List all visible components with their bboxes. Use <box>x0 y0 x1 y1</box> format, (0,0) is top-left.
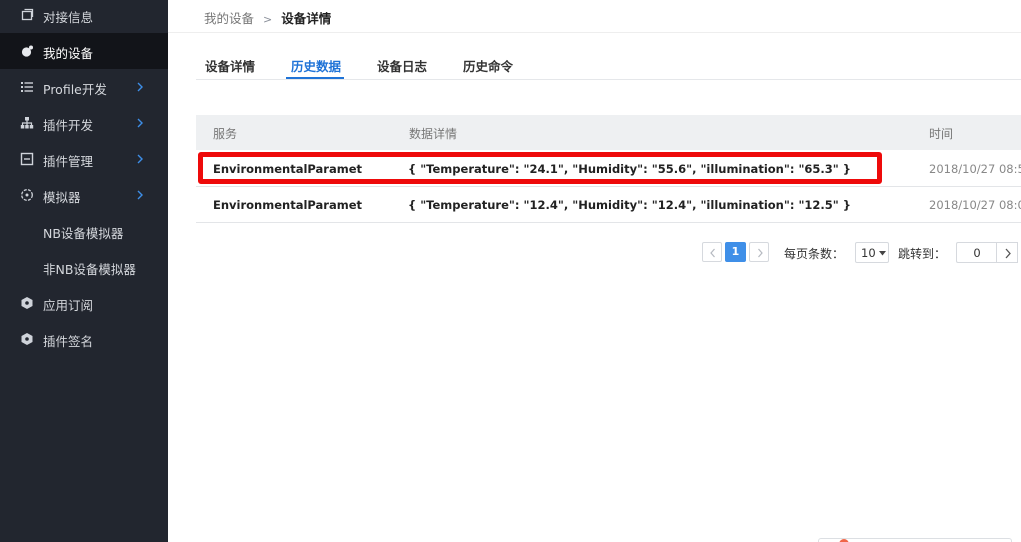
sidebar-item-simulator[interactable]: 模拟器 <box>0 177 168 213</box>
app-root: 对接信息 我的设备 Profile开发 插件开发 插件管理 模拟器 NB设备模拟… <box>0 0 1021 542</box>
per-page-value: 10 <box>861 246 876 260</box>
sidebar-item-label: 插件管理 <box>43 154 94 169</box>
window-icon <box>21 8 34 21</box>
chevron-left-icon <box>710 248 715 258</box>
hex-icon <box>21 297 33 309</box>
tab-history-commands[interactable]: 历史命令 <box>463 56 513 78</box>
per-page-select[interactable]: 10 <box>855 242 889 263</box>
hex-icon <box>21 333 33 345</box>
header-divider <box>168 32 1021 33</box>
list-icon <box>21 82 33 92</box>
breadcrumb-parent-link[interactable]: 我的设备 <box>204 11 254 26</box>
chevron-right-icon <box>1005 248 1011 259</box>
sidebar: 对接信息 我的设备 Profile开发 插件开发 插件管理 模拟器 NB设备模拟… <box>0 0 168 542</box>
floating-widget[interactable] <box>818 538 1012 542</box>
cell-time: 2018/10/27 08:09 <box>929 198 1021 212</box>
cell-time: 2018/10/27 08:58 <box>929 162 1021 176</box>
cell-data-details: { "Temperature": "12.4", "Humidity": "12… <box>408 198 851 212</box>
sidebar-item-my-devices[interactable]: 我的设备 <box>0 33 168 69</box>
sidebar-item-nb-simulator[interactable]: NB设备模拟器 <box>0 213 168 249</box>
jump-go-button[interactable] <box>996 242 1018 263</box>
breadcrumb-current: 设备详情 <box>281 11 332 26</box>
sidebar-item-plugin-signature[interactable]: 插件签名 <box>0 321 168 357</box>
sidebar-item-plugin-dev[interactable]: 插件开发 <box>0 105 168 141</box>
sidebar-item-label: 应用订阅 <box>43 298 94 313</box>
jump-to-page-input[interactable]: 0 <box>956 242 997 263</box>
sidebar-item-label: 我的设备 <box>43 46 94 61</box>
jump-to-label: 跳转到： <box>898 247 947 261</box>
sidebar-item-label: 非NB设备模拟器 <box>43 262 136 277</box>
chevron-right-icon <box>758 248 763 258</box>
sidebar-item-integration-info[interactable]: 对接信息 <box>0 0 168 33</box>
device-icon <box>21 45 33 57</box>
chevron-right-icon <box>137 118 143 128</box>
sidebar-item-non-nb-simulator[interactable]: 非NB设备模拟器 <box>0 249 168 285</box>
sidebar-item-label: 模拟器 <box>43 190 81 205</box>
sitemap-icon <box>20 117 34 129</box>
cell-service: EnvironmentalParamet <box>213 198 363 212</box>
tab-device-details[interactable]: 设备详情 <box>205 56 255 78</box>
chevron-right-icon <box>137 154 143 164</box>
sidebar-item-profile-dev[interactable]: Profile开发 <box>0 69 168 105</box>
tab-history-data[interactable]: 历史数据 <box>291 56 341 78</box>
sidebar-item-label: NB设备模拟器 <box>43 226 124 241</box>
table-row[interactable]: EnvironmentalParamet { "Temperature": "1… <box>196 187 1021 223</box>
page-number-button[interactable]: 1 <box>725 242 746 262</box>
column-header-time: 时间 <box>929 127 954 141</box>
sidebar-item-label: 插件开发 <box>43 118 94 133</box>
gauge-icon <box>21 189 33 201</box>
per-page-label: 每页条数： <box>784 247 845 261</box>
sidebar-item-label: Profile开发 <box>43 82 107 97</box>
sidebar-item-label: 插件签名 <box>43 334 94 349</box>
chevron-right-icon <box>137 190 143 200</box>
prev-page-button[interactable] <box>702 242 722 262</box>
sidebar-item-plugin-manage[interactable]: 插件管理 <box>0 141 168 177</box>
next-page-button[interactable] <box>749 242 769 262</box>
breadcrumb-separator: > <box>263 13 273 26</box>
tab-device-log[interactable]: 设备日志 <box>377 56 427 78</box>
table-header: 服务 数据详情 时间 <box>196 115 1021 150</box>
column-header-data-details: 数据详情 <box>409 127 458 141</box>
chevron-right-icon <box>137 82 143 92</box>
active-tab-indicator <box>286 77 344 79</box>
panel-icon <box>20 152 34 166</box>
sidebar-item-app-subscription[interactable]: 应用订阅 <box>0 285 168 321</box>
highlight-box <box>198 152 882 184</box>
column-header-service: 服务 <box>213 127 238 141</box>
breadcrumb: 我的设备 > 设备详情 <box>204 8 331 27</box>
sidebar-item-label: 对接信息 <box>43 10 94 25</box>
caret-down-icon <box>879 251 886 256</box>
